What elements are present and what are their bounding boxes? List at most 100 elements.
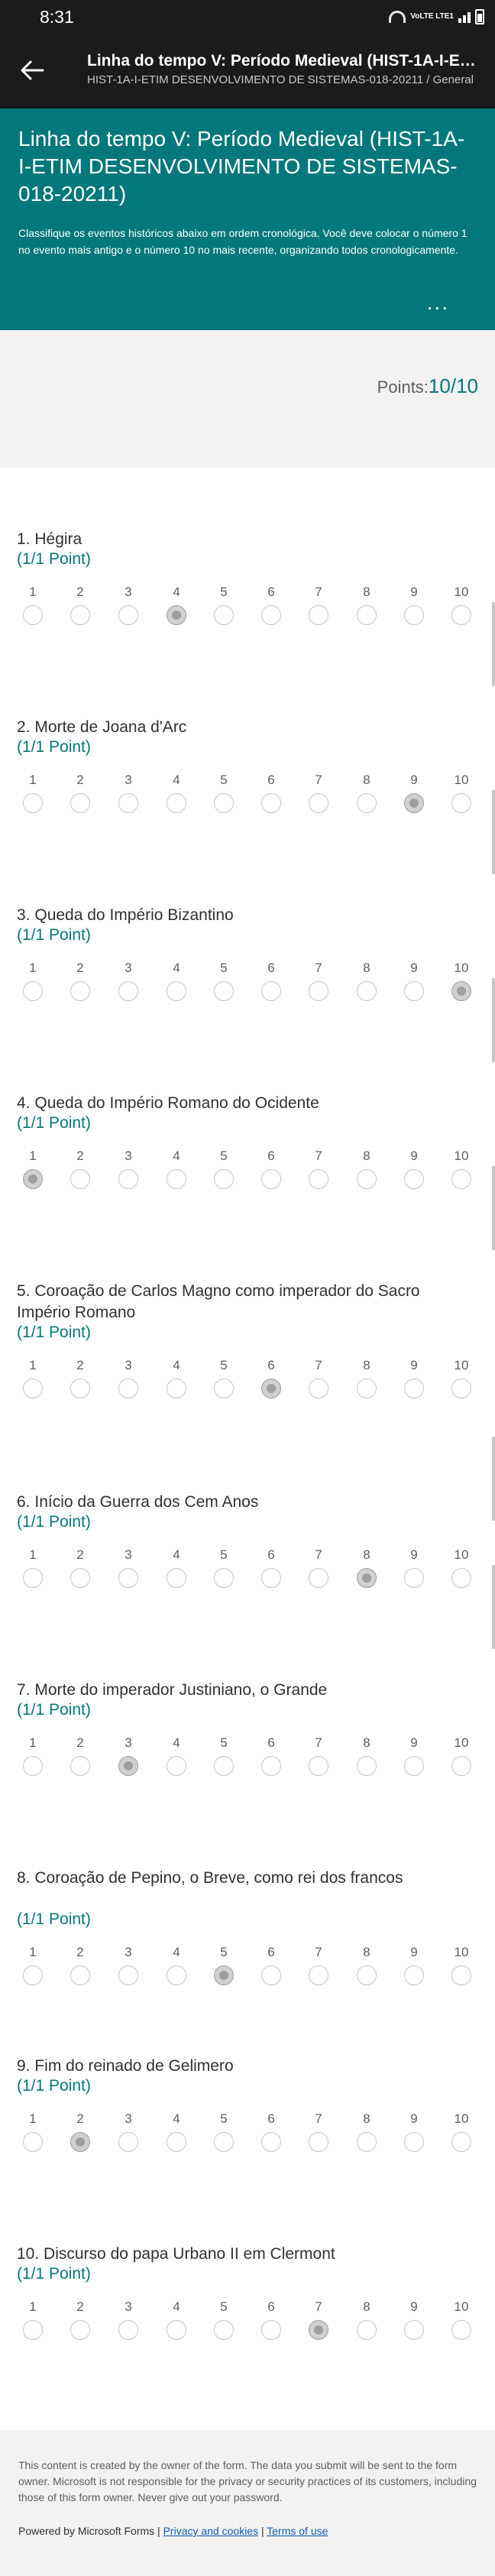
scale-option[interactable]: 9 <box>399 960 429 1013</box>
scale-option[interactable]: 4 <box>161 2111 192 2164</box>
radio-circle-icon[interactable] <box>261 1965 281 1985</box>
scale-option[interactable]: 5 <box>209 1148 239 1201</box>
scale-option[interactable]: 1 <box>18 1148 48 1201</box>
radio-circle-icon[interactable] <box>309 605 328 625</box>
radio-circle-icon[interactable] <box>118 1756 138 1776</box>
scale-option[interactable]: 6 <box>256 2111 286 2164</box>
scale-option[interactable]: 8 <box>351 1547 382 1600</box>
scale-option[interactable]: 10 <box>446 772 477 825</box>
radio-circle-icon[interactable] <box>70 793 90 813</box>
radio-circle-icon[interactable] <box>451 2320 471 2340</box>
radio-circle-icon[interactable] <box>167 1756 186 1776</box>
scale-option[interactable]: 6 <box>256 1357 286 1411</box>
scale-option[interactable]: 5 <box>209 1547 239 1600</box>
scale-option[interactable]: 3 <box>113 960 144 1013</box>
radio-circle-icon[interactable] <box>357 793 377 813</box>
scale-option[interactable]: 2 <box>65 772 95 825</box>
radio-circle-icon[interactable] <box>261 605 281 625</box>
radio-circle-icon[interactable] <box>214 2320 234 2340</box>
scale-option[interactable]: 6 <box>256 1735 286 1788</box>
scale-option[interactable]: 8 <box>351 2299 382 2352</box>
radio-circle-icon[interactable] <box>70 1379 90 1398</box>
scale-option[interactable]: 8 <box>351 2111 382 2164</box>
radio-circle-icon[interactable] <box>451 605 471 625</box>
radio-circle-icon[interactable] <box>214 605 234 625</box>
radio-circle-icon[interactable] <box>23 1965 43 1985</box>
radio-circle-icon[interactable] <box>70 981 90 1001</box>
radio-circle-icon[interactable] <box>70 1965 90 1985</box>
scale-option[interactable]: 1 <box>18 1944 48 1998</box>
radio-circle-icon[interactable] <box>23 2132 43 2152</box>
scale-option[interactable]: 9 <box>399 772 429 825</box>
scale-option[interactable]: 2 <box>65 584 95 637</box>
radio-circle-icon[interactable] <box>404 981 424 1001</box>
radio-circle-icon[interactable] <box>309 981 328 1001</box>
radio-circle-icon[interactable] <box>261 2320 281 2340</box>
scale-option[interactable]: 1 <box>18 2299 48 2352</box>
scale-option[interactable]: 4 <box>161 1547 192 1600</box>
scale-option[interactable]: 9 <box>399 2111 429 2164</box>
scale-option[interactable]: 3 <box>113 1148 144 1201</box>
scale-option[interactable]: 3 <box>113 772 144 825</box>
scale-option[interactable]: 6 <box>256 1944 286 1998</box>
radio-circle-icon[interactable] <box>309 2320 328 2340</box>
scale-option[interactable]: 6 <box>256 960 286 1013</box>
radio-circle-icon[interactable] <box>404 1568 424 1588</box>
scale-option[interactable]: 5 <box>209 960 239 1013</box>
scale-option[interactable]: 6 <box>256 2299 286 2352</box>
radio-circle-icon[interactable] <box>309 1756 328 1776</box>
radio-circle-icon[interactable] <box>309 1169 328 1189</box>
scale-option[interactable]: 6 <box>256 584 286 637</box>
radio-circle-icon[interactable] <box>23 2320 43 2340</box>
scale-option[interactable]: 7 <box>303 2111 334 2164</box>
radio-circle-icon[interactable] <box>118 1568 138 1588</box>
radio-circle-icon[interactable] <box>404 1379 424 1398</box>
scale-option[interactable]: 10 <box>446 1148 477 1201</box>
radio-circle-icon[interactable] <box>451 1756 471 1776</box>
radio-circle-icon[interactable] <box>261 1379 281 1398</box>
radio-circle-icon[interactable] <box>451 2132 471 2152</box>
scale-option[interactable]: 2 <box>65 2111 95 2164</box>
scale-option[interactable]: 3 <box>113 2299 144 2352</box>
scale-option[interactable]: 7 <box>303 1944 334 1998</box>
scale-option[interactable]: 3 <box>113 2111 144 2164</box>
radio-circle-icon[interactable] <box>23 605 43 625</box>
scale-option[interactable]: 2 <box>65 1547 95 1600</box>
radio-circle-icon[interactable] <box>167 2320 186 2340</box>
radio-circle-icon[interactable] <box>118 1965 138 1985</box>
scale-option[interactable]: 10 <box>446 2299 477 2352</box>
radio-circle-icon[interactable] <box>451 1379 471 1398</box>
radio-circle-icon[interactable] <box>167 1169 186 1189</box>
scale-option[interactable]: 10 <box>446 584 477 637</box>
scale-option[interactable]: 10 <box>446 1944 477 1998</box>
radio-circle-icon[interactable] <box>118 793 138 813</box>
scale-option[interactable]: 5 <box>209 584 239 637</box>
radio-circle-icon[interactable] <box>309 1568 328 1588</box>
scale-option[interactable]: 2 <box>65 1357 95 1411</box>
radio-circle-icon[interactable] <box>118 2320 138 2340</box>
scale-option[interactable]: 3 <box>113 1735 144 1788</box>
scale-option[interactable]: 1 <box>18 772 48 825</box>
scale-option[interactable]: 6 <box>256 1148 286 1201</box>
radio-circle-icon[interactable] <box>404 1965 424 1985</box>
radio-circle-icon[interactable] <box>451 1169 471 1189</box>
scale-option[interactable]: 6 <box>256 772 286 825</box>
scale-option[interactable]: 3 <box>113 1357 144 1411</box>
radio-circle-icon[interactable] <box>118 1379 138 1398</box>
radio-circle-icon[interactable] <box>214 981 234 1001</box>
scale-option[interactable]: 6 <box>256 1547 286 1600</box>
radio-circle-icon[interactable] <box>214 1169 234 1189</box>
radio-circle-icon[interactable] <box>261 1756 281 1776</box>
scale-option[interactable]: 4 <box>161 1735 192 1788</box>
radio-circle-icon[interactable] <box>357 1568 377 1588</box>
scale-option[interactable]: 7 <box>303 772 334 825</box>
scale-option[interactable]: 10 <box>446 960 477 1013</box>
terms-link[interactable]: Terms of use <box>267 2525 328 2537</box>
radio-circle-icon[interactable] <box>261 793 281 813</box>
radio-circle-icon[interactable] <box>70 1756 90 1776</box>
radio-circle-icon[interactable] <box>214 1379 234 1398</box>
radio-circle-icon[interactable] <box>309 1965 328 1985</box>
scale-option[interactable]: 5 <box>209 1735 239 1788</box>
scale-option[interactable]: 4 <box>161 584 192 637</box>
scale-option[interactable]: 7 <box>303 584 334 637</box>
